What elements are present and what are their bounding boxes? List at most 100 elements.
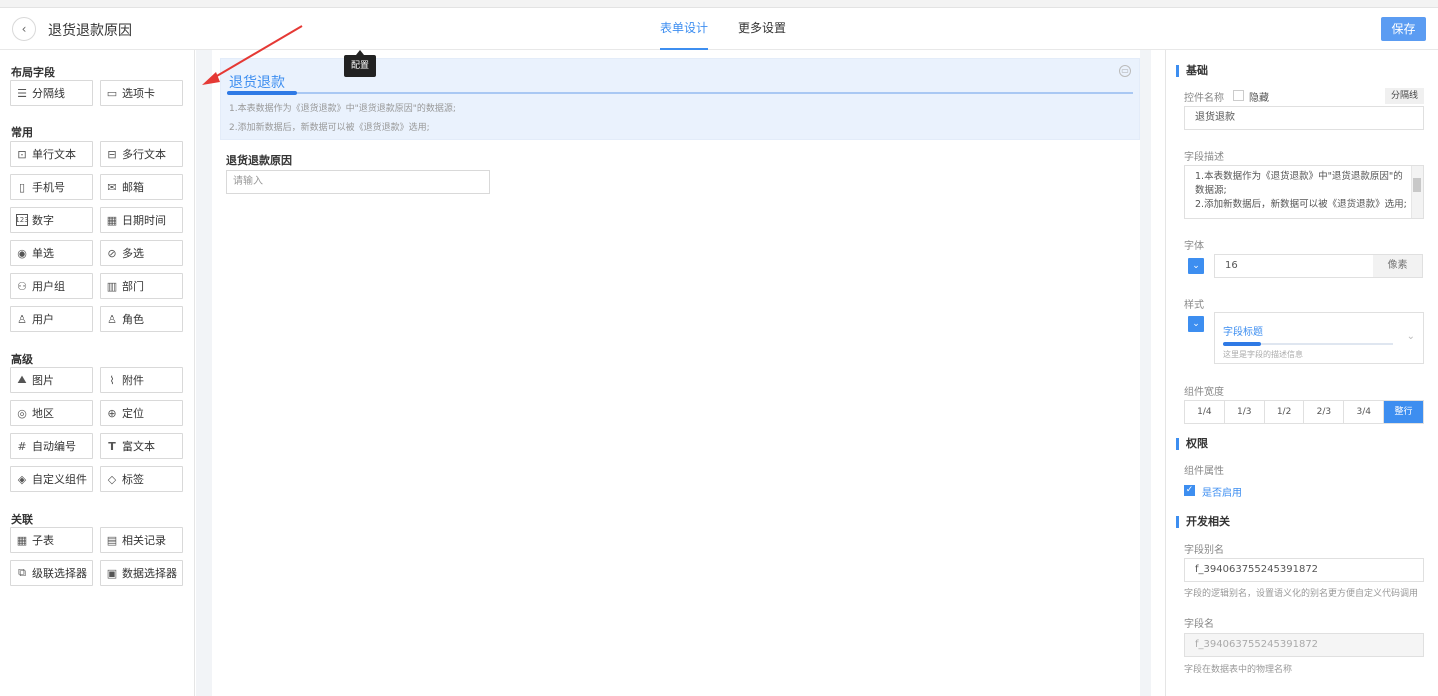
field-department[interactable]: ▥ 部门 <box>100 273 183 299</box>
field-mail[interactable]: ✉ 邮箱 <box>100 174 183 200</box>
width-label: 组件宽度 <box>1184 387 1224 398</box>
field-data-selector[interactable]: ▣ 数据选择器 <box>100 560 183 586</box>
form-field-label: 退货退款原因 <box>226 154 292 167</box>
field-radio[interactable]: ◉ 单选 <box>10 240 93 266</box>
hide-label: 隐藏 <box>1249 93 1269 104</box>
field-tab[interactable]: ▭ 选项卡 <box>100 80 183 106</box>
attachment-icon: ⌇ <box>109 373 115 387</box>
number-icon: 123 <box>15 214 29 226</box>
department-icon: ▥ <box>106 279 118 293</box>
radio-icon: ◉ <box>17 246 27 260</box>
field-auto-number[interactable]: # 自动编号 <box>10 433 93 459</box>
page-title: 退货退款原因 <box>48 23 132 39</box>
desc-scrollbar[interactable] <box>1411 166 1423 218</box>
font-color-picker[interactable]: ⌄ <box>1188 258 1204 274</box>
location-icon: ⊕ <box>107 406 117 420</box>
font-unit: 像素 <box>1373 254 1423 278</box>
config-tooltip: 配置 <box>344 50 376 77</box>
field-number[interactable]: 123 数字 <box>10 207 93 233</box>
field-user[interactable]: ♙ 用户 <box>10 306 93 332</box>
field-image[interactable]: ⛰ 图片 <box>10 367 93 393</box>
section-divider-line <box>227 92 1133 94</box>
field-name-hint: 字段在数据表中的物理名称 <box>1184 665 1293 675</box>
field-checkbox[interactable]: ⊘ 多选 <box>100 240 183 266</box>
field-region[interactable]: ◎ 地区 <box>10 400 93 426</box>
tab-more-settings[interactable]: 更多设置 <box>738 8 786 50</box>
field-attachment[interactable]: ⌇ 附件 <box>100 367 183 393</box>
field-palette: 布局字段 ☰ 分隔线 ▭ 选项卡 常用 ⊡ 单行文本 ⊟ 多行文本 ▯ 手机号 ✉ 邮箱 1… <box>0 50 195 696</box>
desc-scroll-thumb[interactable] <box>1413 178 1421 192</box>
field-role[interactable]: ♙ 角色 <box>100 306 183 332</box>
enable-checkbox[interactable]: ✓ <box>1184 485 1195 496</box>
style-color-picker[interactable]: ⌄ <box>1188 316 1204 332</box>
field-cascader[interactable]: ⧉ 级联选择器 <box>10 560 93 586</box>
field-related-record[interactable]: ▤ 相关记录 <box>100 527 183 553</box>
control-name-input[interactable]: 退货退款 <box>1184 106 1424 130</box>
style-preview-title: 字段标题 <box>1223 327 1263 338</box>
group-title-relation: 关联 <box>11 513 33 526</box>
field-tag[interactable]: ◇ 标签 <box>100 466 183 492</box>
width-option-1-4[interactable]: 1/4 <box>1185 401 1225 423</box>
field-subtable[interactable]: ▦ 子表 <box>10 527 93 553</box>
field-custom-component[interactable]: ◈ 自定义组件 <box>10 466 93 492</box>
field-phone[interactable]: ▯ 手机号 <box>10 174 93 200</box>
trash-icon[interactable]: ▭ <box>1119 65 1131 77</box>
field-desc-label: 字段描述 <box>1184 152 1224 163</box>
section-desc-1: 1.本表数据作为《退货退款》中"退货退款原因"的数据源; <box>229 104 456 114</box>
dev-heading: 开发相关 <box>1176 516 1230 528</box>
width-option-1-2[interactable]: 1/2 <box>1265 401 1305 423</box>
field-name-label: 字段名 <box>1184 619 1214 630</box>
checkbox-icon: ⊘ <box>107 246 117 260</box>
top-tabs: 表单设计 更多设置 <box>660 8 786 50</box>
field-single-line-text[interactable]: ⊡ 单行文本 <box>10 141 93 167</box>
form-field-input[interactable]: 请输入 <box>226 170 490 194</box>
group-title-layout: 布局字段 <box>11 66 55 79</box>
permission-heading: 权限 <box>1176 438 1208 450</box>
field-desc-textarea[interactable]: 1.本表数据作为《退货退款》中"退货退款原因"的数据源; 2.添加新数据后，新数… <box>1184 165 1424 219</box>
width-option-1-3[interactable]: 1/3 <box>1225 401 1265 423</box>
field-name-input: f_394063755245391872 <box>1184 633 1424 657</box>
group-title-advanced: 高级 <box>11 353 33 366</box>
style-preview-desc: 这里是字段的描述信息 <box>1223 350 1303 359</box>
user-group-icon: ⚇ <box>17 279 27 293</box>
alias-label: 字段别名 <box>1184 545 1224 556</box>
properties-panel: 基础 控件名称 隐藏 分隔线 退货退款 字段描述 1.本表数据作为《退货退款》中… <box>1165 50 1438 696</box>
custom-component-icon: ◈ <box>17 472 27 486</box>
rich-text-icon: T <box>108 439 116 453</box>
field-rich-text[interactable]: T 富文本 <box>100 433 183 459</box>
user-icon: ♙ <box>17 312 27 326</box>
hash-icon: # <box>17 439 27 453</box>
field-divider[interactable]: ☰ 分隔线 <box>10 80 93 106</box>
field-user-group[interactable]: ⚇ 用户组 <box>10 273 93 299</box>
basic-heading: 基础 <box>1176 65 1208 77</box>
control-name-label: 控件名称 <box>1184 93 1224 104</box>
width-option-3-4[interactable]: 3/4 <box>1344 401 1385 423</box>
data-selector-icon: ▣ <box>106 566 118 580</box>
browser-bookmarks-bar <box>0 0 1438 8</box>
width-option-2-3[interactable]: 2/3 <box>1304 401 1345 423</box>
type-tag: 分隔线 <box>1384 88 1424 104</box>
hide-checkbox[interactable] <box>1233 90 1244 101</box>
tag-icon: ◇ <box>107 472 117 486</box>
enable-label: 是否启用 <box>1202 488 1242 499</box>
divider-icon: ☰ <box>17 86 27 100</box>
field-datetime[interactable]: ▦ 日期时间 <box>100 207 183 233</box>
field-location[interactable]: ⊕ 定位 <box>100 400 183 426</box>
multi-line-text-icon: ⊟ <box>107 147 117 161</box>
field-multi-line-text[interactable]: ⊟ 多行文本 <box>100 141 183 167</box>
tab-icon: ▭ <box>106 86 118 100</box>
style-preview-accent <box>1223 342 1261 346</box>
form-canvas <box>212 50 1140 696</box>
font-size-input[interactable]: 16 <box>1214 254 1374 278</box>
width-segmented-control: 1/4 1/3 1/2 2/3 3/4 整行 <box>1184 400 1424 424</box>
font-label: 字体 <box>1184 241 1204 252</box>
chevron-down-icon: ⌄ <box>1406 331 1415 342</box>
alias-input[interactable]: f_394063755245391872 <box>1184 558 1424 582</box>
phone-icon: ▯ <box>18 180 26 194</box>
chevron-left-icon[interactable]: ‹ <box>12 17 36 41</box>
width-option-full[interactable]: 整行 <box>1384 401 1423 423</box>
tab-form-design[interactable]: 表单设计 <box>660 8 709 50</box>
group-title-common: 常用 <box>11 126 33 139</box>
save-button[interactable]: 保存 <box>1381 17 1426 41</box>
style-select[interactable]: 字段标题 这里是字段的描述信息 ⌄ <box>1214 312 1424 364</box>
